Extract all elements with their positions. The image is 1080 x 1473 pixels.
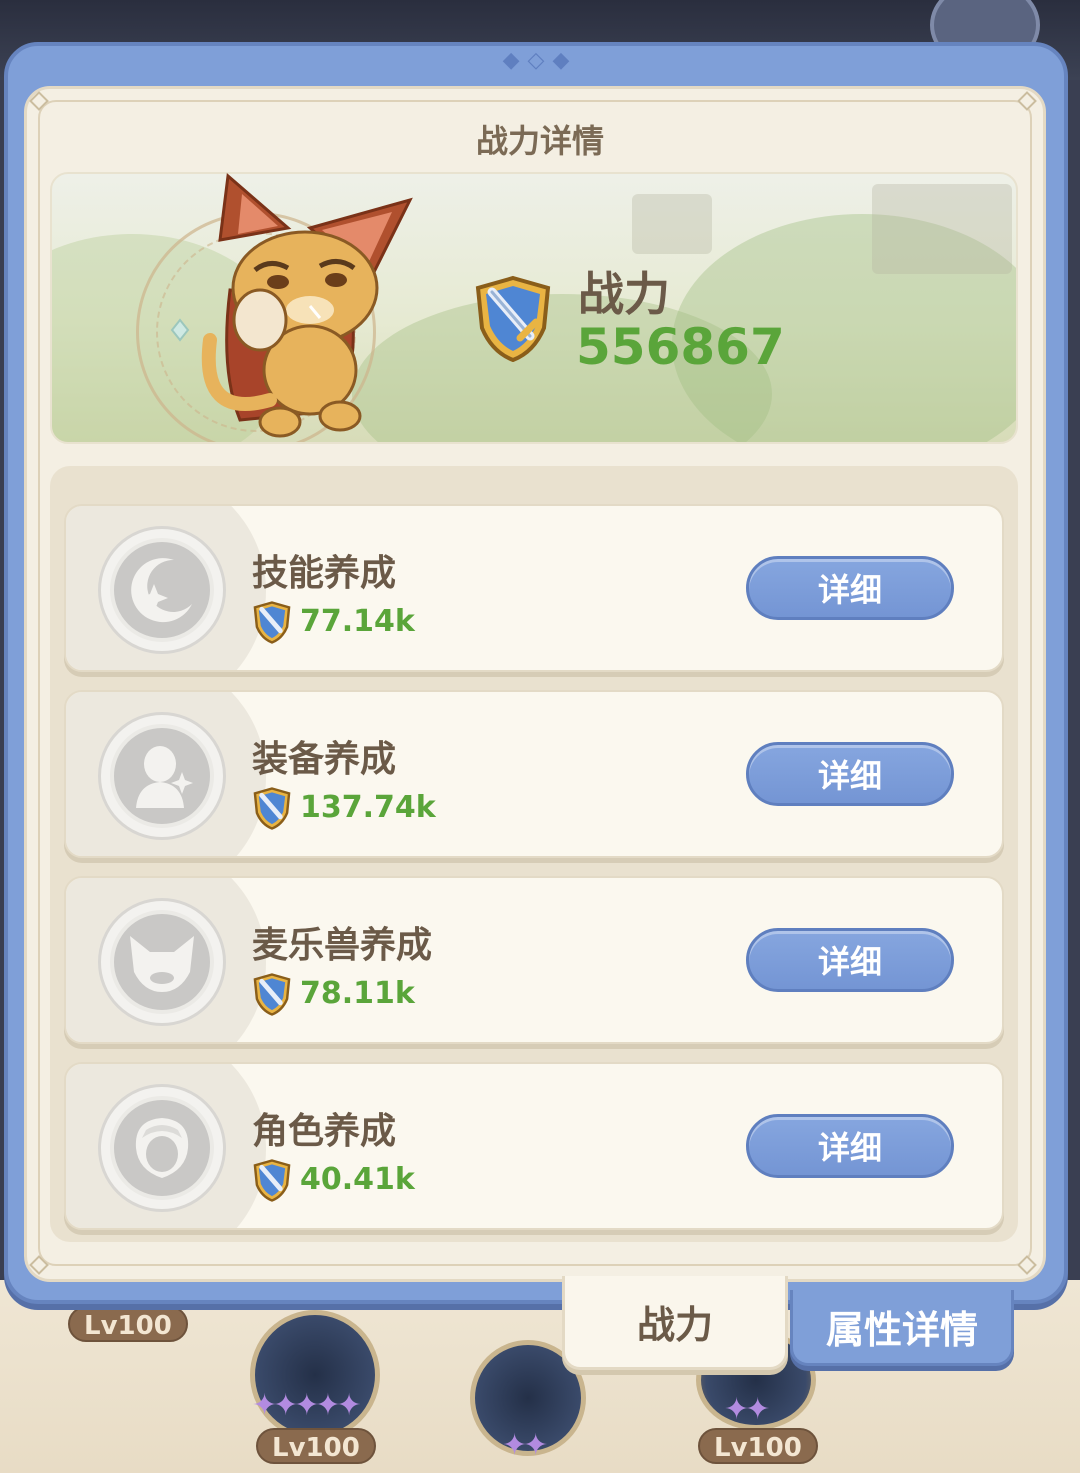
category-name: 麦乐兽养成 (252, 925, 433, 966)
panel-title: 战力详情 (475, 122, 604, 160)
level-badge: Lv100 (256, 1428, 376, 1464)
combat-power-shield-icon (475, 275, 551, 362)
combat-power-label: 战力 (578, 267, 670, 321)
list-item-equipment: 装备养成 137.74k 详细 (64, 690, 1004, 858)
tab-combat-power[interactable]: 战力 (562, 1276, 788, 1370)
cat-face-icon (110, 910, 214, 1014)
cat-character-illustration (170, 173, 413, 438)
star-rating-icon: ✦✦✦✦✦ (252, 1388, 362, 1423)
star-rating-icon: ✦✦ (724, 1392, 770, 1427)
character-head-icon (110, 1096, 214, 1200)
combat-power-shield-icon (253, 1159, 291, 1202)
category-power-value: 77.14k (300, 604, 415, 639)
category-name: 装备养成 (252, 739, 397, 780)
banner-rock (632, 194, 712, 254)
list-item-skill: 技能养成 77.14k 详细 (64, 504, 1004, 672)
combat-power-value: 556867 (576, 318, 785, 376)
detail-button-skill[interactable]: 详细 (746, 556, 954, 620)
star-rating-icon: ✦✦ (502, 1428, 548, 1463)
banner-rock (872, 184, 1012, 274)
level-badge: Lv100 (698, 1428, 818, 1464)
detail-button-equipment[interactable]: 详细 (746, 742, 954, 806)
combat-power-shield-icon (253, 973, 291, 1016)
category-name: 技能养成 (252, 553, 397, 594)
tab-attribute-details[interactable]: 属性详情 (790, 1290, 1014, 1366)
crescent-moon-sparkle-icon (110, 538, 214, 642)
armor-bust-sparkle-icon (110, 724, 214, 828)
combat-power-shield-icon (253, 787, 291, 830)
category-power-value: 137.74k (300, 790, 436, 825)
category-name: 角色养成 (252, 1111, 397, 1152)
list-item-character: 角色养成 40.41k 详细 (64, 1062, 1004, 1230)
category-power-value: 78.11k (300, 976, 415, 1011)
list-item-pet: 麦乐兽养成 78.11k 详细 (64, 876, 1004, 1044)
diamond-ornament-icon: ◆◇◆ (502, 48, 578, 73)
level-badge: Lv100 (68, 1306, 188, 1342)
detail-button-character[interactable]: 详细 (746, 1114, 954, 1178)
category-power-value: 40.41k (300, 1162, 415, 1197)
combat-power-shield-icon (253, 601, 291, 644)
detail-button-pet[interactable]: 详细 (746, 928, 954, 992)
